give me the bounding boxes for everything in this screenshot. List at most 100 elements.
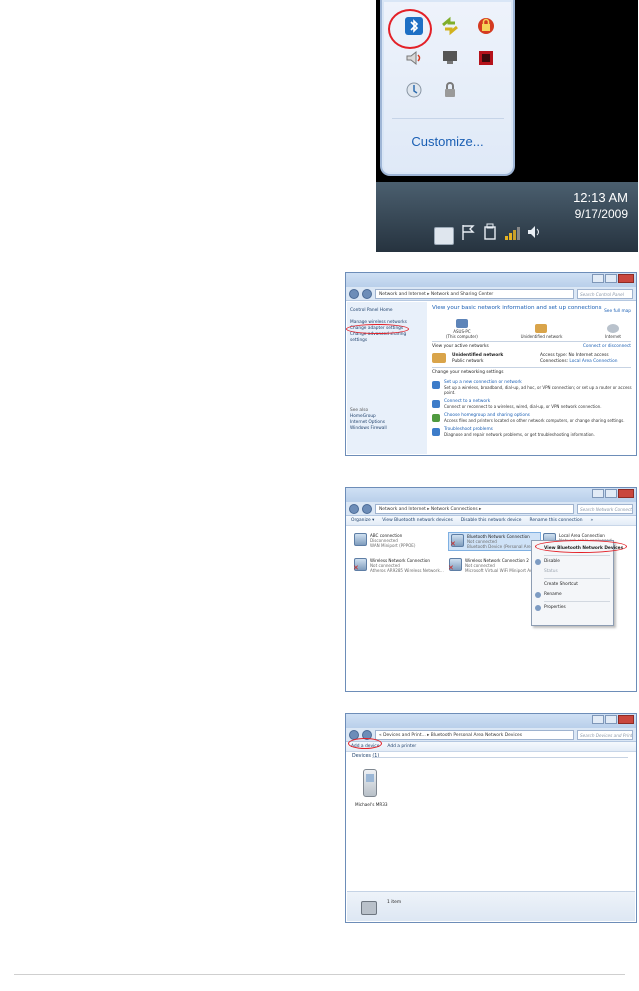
page-divider [14, 974, 625, 975]
connection-device: Bluetooth Device (Personal Area ... [467, 544, 539, 549]
main-content: View your basic network information and … [428, 302, 635, 454]
control-panel-home-link[interactable]: Control Panel Home [350, 308, 424, 314]
task-description: Diagnose and repair network problems, or… [444, 432, 595, 437]
back-button[interactable] [349, 503, 359, 514]
connection-device: Microsoft Virtual WiFi Miniport Ad... [465, 568, 537, 573]
connection-item-selected[interactable]: ✕ Bluetooth Network Connection Not conne… [447, 532, 542, 551]
address-bar: Network and Internet ▸ Network and Shari… [346, 287, 636, 301]
tray-screenshot: Customize... 12:13 AM 9/17/2009 [376, 0, 638, 252]
menu-item-properties[interactable]: Properties [532, 603, 613, 613]
task-description: Connect or reconnect to a wireless, wire… [444, 404, 602, 409]
back-button[interactable] [349, 288, 359, 299]
connection-item[interactable]: ABC connection Disconnected WAN Miniport… [354, 533, 416, 548]
minimize-button[interactable] [592, 274, 604, 283]
connection-device: Atheros AR9285 Wireless Network... [370, 568, 444, 573]
connect-network-icon [432, 400, 440, 408]
device-name[interactable]: Michael's MR33 [355, 802, 388, 807]
usb-device-icon[interactable] [482, 223, 498, 241]
show-hidden-icons-button[interactable] [434, 227, 454, 245]
task-connect-network[interactable]: Connect to a network Connect or reconnec… [432, 399, 631, 409]
security-alert-icon[interactable] [468, 10, 504, 42]
task-troubleshoot[interactable]: Troubleshoot problems Diagnose and repai… [432, 427, 631, 437]
troubleshoot-icon [432, 428, 440, 436]
divider [432, 367, 631, 368]
map-node-sub: (This computer) [446, 334, 478, 339]
close-button[interactable] [618, 715, 634, 724]
window-controls [592, 274, 634, 283]
menu-item-rename[interactable]: Rename [532, 590, 613, 600]
highlight-view-bluetooth-devices [535, 540, 627, 553]
title-bar [346, 714, 636, 728]
maximize-button[interactable] [605, 489, 617, 498]
forward-button[interactable] [362, 288, 372, 299]
connection-item[interactable]: ✕ Wireless Network Connection 2 Not conn… [448, 558, 537, 573]
breadcrumb[interactable]: Network and Internet ▸ Network Connectio… [375, 503, 574, 514]
map-node-internet: Internet [605, 324, 621, 339]
search-input[interactable]: Search Network Connections [577, 503, 633, 514]
rename-connection-button[interactable]: Rename this connection [530, 518, 583, 523]
update-icon[interactable] [396, 74, 432, 106]
address-bar: Network and Internet ▸ Network Connectio… [346, 502, 636, 516]
see-full-map-link[interactable]: See full map [604, 309, 631, 315]
more-commands-button[interactable]: » [591, 518, 594, 523]
connection-device: WAN Miniport (PPPOE) [370, 543, 416, 548]
highlight-circle [388, 9, 432, 49]
bench-network-icon [432, 353, 446, 363]
shield-icon [535, 605, 541, 611]
customize-link[interactable]: Customize... [382, 134, 513, 149]
volume-icon[interactable] [526, 223, 542, 241]
connection-item[interactable]: ✕ Wireless Network Connection Not connec… [353, 558, 444, 573]
access-type-value: No Internet access [568, 353, 609, 358]
network-map: ASUS-PC (This computer) Unidentified net… [432, 317, 631, 339]
wireless-adapter-icon: ✕ [353, 558, 367, 572]
map-node-computer: ASUS-PC (This computer) [446, 319, 478, 339]
network-sharing-center-window: Network and Internet ▸ Network and Shari… [345, 272, 637, 456]
taskbar-clock[interactable]: 12:13 AM 9/17/2009 [573, 190, 628, 221]
globe-icon [607, 324, 620, 333]
new-connection-icon [432, 381, 440, 389]
shield-icon [535, 592, 541, 598]
minimize-button[interactable] [592, 715, 604, 724]
breadcrumb[interactable]: « Devices and Print... ▸ Bluetooth Perso… [375, 729, 574, 740]
close-button[interactable] [618, 274, 634, 283]
forward-button[interactable] [362, 503, 372, 514]
minimize-button[interactable] [592, 489, 604, 498]
active-networks-heading: View your active networks [432, 344, 489, 349]
sync-arrows-icon[interactable] [432, 10, 468, 42]
maximize-button[interactable] [605, 274, 617, 283]
maximize-button[interactable] [605, 715, 617, 724]
search-input[interactable]: Search Devices and Printers [577, 729, 633, 740]
lock-icon[interactable] [432, 74, 468, 106]
view-bluetooth-devices-button[interactable]: View Bluetooth network devices [382, 518, 452, 523]
breadcrumb[interactable]: Network and Internet ▸ Network and Shari… [375, 288, 574, 299]
computer-icon [455, 319, 468, 328]
menu-item-create-shortcut[interactable]: Create Shortcut [532, 580, 613, 590]
wireless-signal-icon[interactable] [504, 223, 520, 241]
homegroup-icon [432, 414, 440, 422]
taskbar: 12:13 AM 9/17/2009 [376, 182, 638, 252]
add-printer-button[interactable]: Add a printer [387, 744, 416, 749]
search-input[interactable]: Search Control Panel [577, 288, 633, 299]
red-app-icon[interactable] [468, 42, 504, 74]
disable-device-button[interactable]: Disable this network device [461, 518, 522, 523]
menu-separator [544, 555, 610, 556]
item-count: 1 item [387, 900, 402, 905]
see-also-windows-firewall[interactable]: Windows Firewall [350, 426, 424, 432]
local-area-connection-link[interactable]: Local Area Connection [569, 359, 617, 364]
monitor-icon[interactable] [432, 42, 468, 74]
phone-device-icon[interactable] [363, 769, 377, 797]
connections-label: Connections: [540, 359, 568, 364]
flag-icon[interactable] [460, 223, 476, 241]
close-button[interactable] [618, 489, 634, 498]
command-bar: Organize ▾ View Bluetooth network device… [346, 516, 636, 526]
active-network-type[interactable]: Public network [452, 359, 534, 365]
clock-date: 9/17/2009 [574, 207, 628, 221]
window-controls [592, 489, 634, 498]
divider [432, 341, 631, 342]
organize-menu[interactable]: Organize ▾ [351, 518, 374, 523]
connect-disconnect-link[interactable]: Connect or disconnect [583, 344, 631, 350]
task-homegroup[interactable]: Choose homegroup and sharing options Acc… [432, 413, 631, 423]
title-bar [346, 273, 636, 287]
task-new-connection[interactable]: Set up a new connection or network Set u… [432, 380, 632, 395]
menu-item-disable[interactable]: Disable [532, 557, 613, 567]
